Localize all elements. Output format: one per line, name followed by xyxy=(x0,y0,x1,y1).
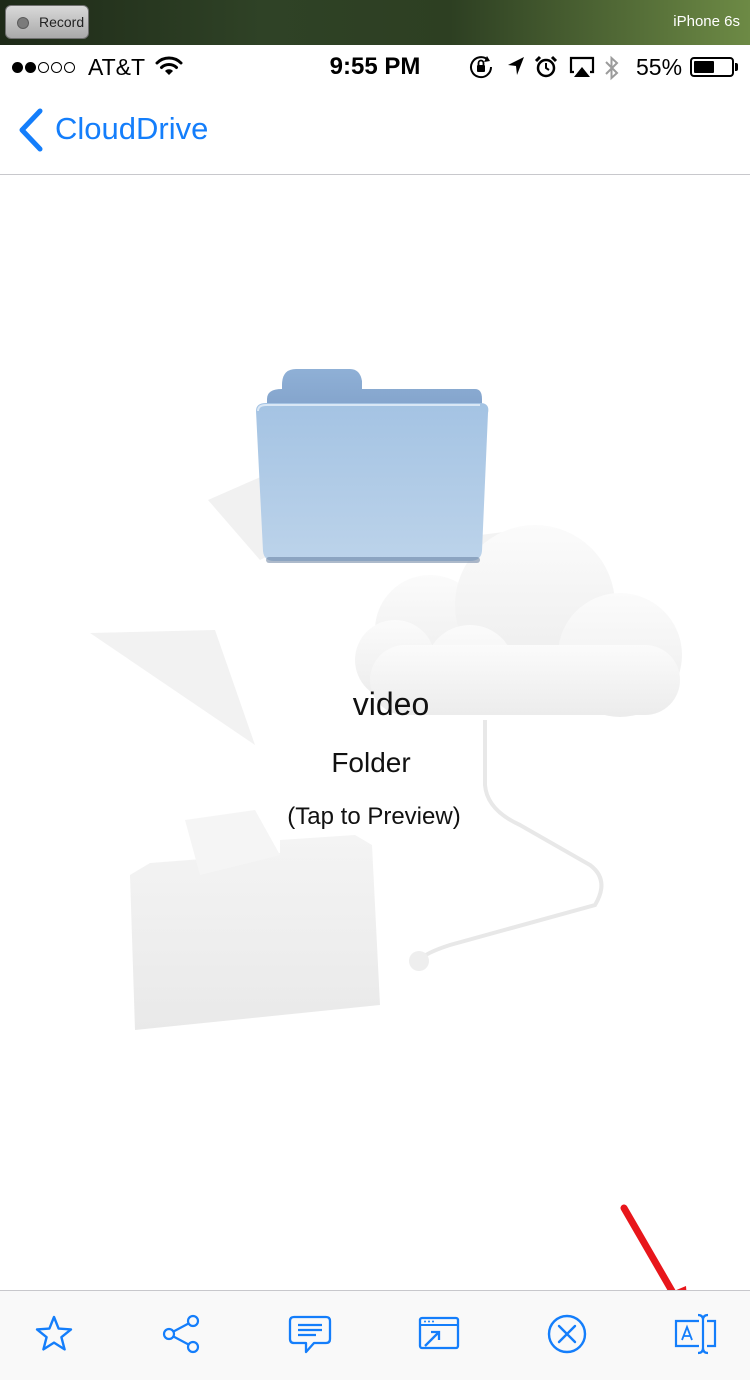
favorite-button[interactable] xyxy=(29,1311,79,1361)
alarm-icon xyxy=(534,55,558,84)
rotation-lock-icon xyxy=(468,55,494,84)
folder-icon[interactable] xyxy=(250,365,495,570)
share-icon xyxy=(160,1313,202,1360)
recording-bar: Record iPhone 6s xyxy=(0,0,750,45)
rename-text-icon xyxy=(672,1312,718,1361)
open-in-button[interactable] xyxy=(414,1311,464,1361)
battery-icon xyxy=(690,57,734,77)
close-button[interactable] xyxy=(542,1311,592,1361)
cloud-storage-illustration xyxy=(90,475,682,1030)
comment-button[interactable] xyxy=(285,1311,335,1361)
record-label: Record xyxy=(39,14,85,30)
preview-hint[interactable]: (Tap to Preview) xyxy=(0,803,748,831)
back-chevron-icon[interactable] xyxy=(16,107,44,158)
item-name: video xyxy=(352,686,430,722)
star-icon xyxy=(34,1314,74,1359)
item-kind: Folder xyxy=(331,747,411,778)
close-circle-icon xyxy=(546,1313,588,1360)
rename-button[interactable] xyxy=(670,1311,720,1361)
preview-area[interactable]: video Folder (Tap to Preview) xyxy=(0,175,750,1290)
status-bar: AT&T 9:55 PM 55% xyxy=(0,45,750,89)
battery-cap xyxy=(735,63,738,71)
bluetooth-icon xyxy=(604,55,620,86)
airplay-icon xyxy=(568,55,596,84)
location-icon xyxy=(506,55,526,82)
record-button[interactable]: Record xyxy=(5,5,89,39)
battery-percent: 55% xyxy=(636,54,683,80)
navigation-bar: CloudDrive xyxy=(0,89,750,175)
bottom-toolbar xyxy=(0,1290,750,1380)
comment-icon xyxy=(288,1313,332,1360)
open-in-window-icon xyxy=(417,1314,461,1359)
back-button[interactable]: CloudDrive xyxy=(55,111,208,147)
device-label: iPhone 6s xyxy=(673,13,740,30)
record-dot-icon xyxy=(17,17,29,29)
share-button[interactable] xyxy=(156,1311,206,1361)
